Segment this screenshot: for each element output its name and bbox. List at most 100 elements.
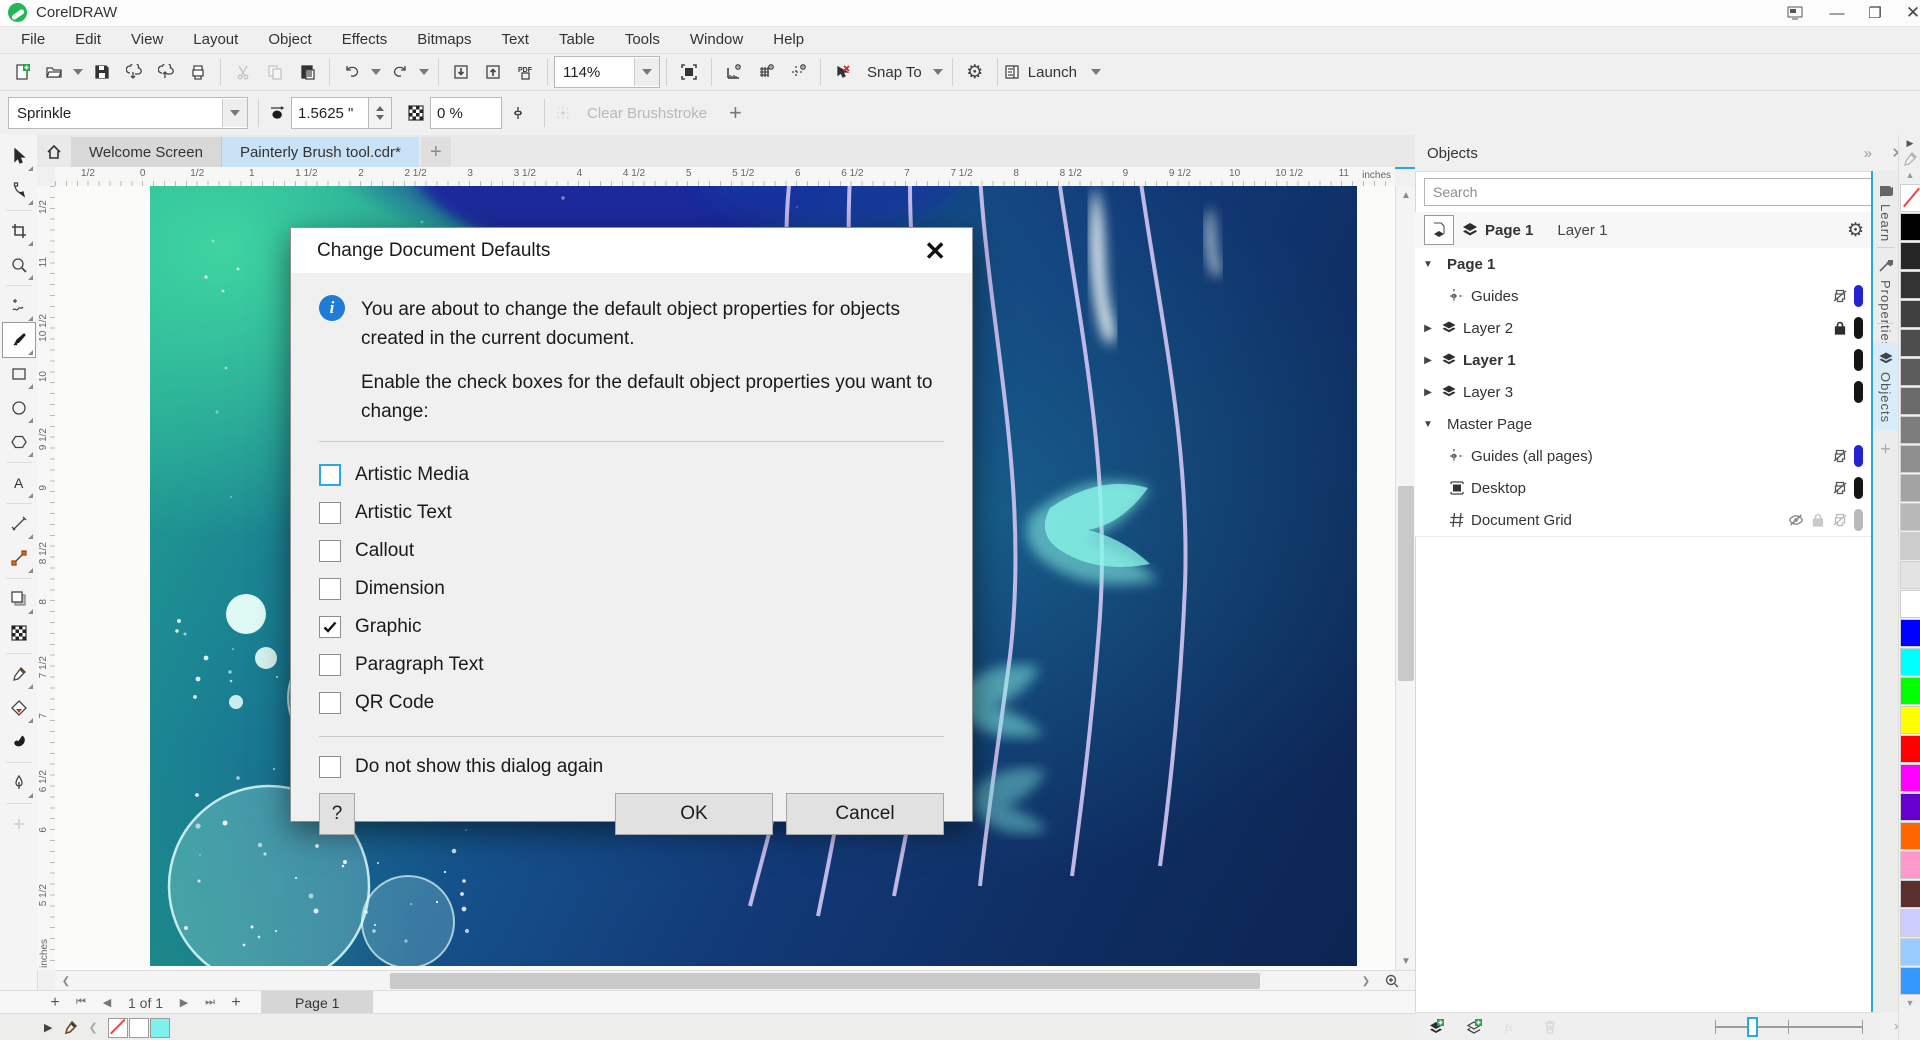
layer-color-pill[interactable] [1854, 285, 1863, 307]
flyout-corner-icon[interactable] [28, 609, 33, 614]
ok-button[interactable]: OK [615, 793, 773, 835]
fit-page-button[interactable] [673, 56, 705, 88]
menu-help[interactable]: Help [758, 27, 819, 53]
search-input[interactable]: Search [1424, 178, 1906, 206]
smear-tool-button[interactable] [3, 725, 35, 759]
dont-show-again-checkbox[interactable] [319, 756, 341, 778]
cloud-save-button[interactable] [150, 56, 182, 88]
delete-button[interactable] [1537, 1014, 1563, 1040]
freehand-tool-button[interactable] [3, 289, 35, 323]
flyout-arrow-icon[interactable]: ▶ [44, 1021, 52, 1034]
palette-eyedropper-icon[interactable] [1902, 151, 1918, 167]
checkbox-callout[interactable] [319, 540, 341, 562]
menu-tools[interactable]: Tools [610, 27, 675, 53]
palette-swatch-99ccff[interactable] [1900, 938, 1920, 966]
tab-welcome-screen[interactable]: Welcome Screen [71, 137, 222, 167]
flyout-corner-icon[interactable] [28, 793, 33, 798]
scroll-right-icon[interactable]: ❯ [1357, 972, 1375, 990]
undo-button[interactable] [336, 56, 368, 88]
launch-caret-icon[interactable] [1091, 69, 1101, 75]
menu-file[interactable]: File [6, 27, 60, 53]
docker-expand-icon[interactable]: » [1864, 145, 1872, 162]
palette-swatch-3399ff[interactable] [1900, 967, 1920, 995]
flyout-corner-icon[interactable] [28, 275, 33, 280]
layer-row-guides[interactable]: Guides [1415, 280, 1871, 313]
minimize-button[interactable]: — [1818, 0, 1856, 26]
palette-swatch-0000ff[interactable] [1900, 619, 1920, 647]
checkbox-artistic-media[interactable] [319, 464, 341, 486]
palette-swatch-none[interactable] [1900, 184, 1920, 212]
checkbox-row-artistic-text[interactable]: Artistic Text [319, 494, 944, 532]
menu-window[interactable]: Window [675, 27, 758, 53]
checkbox-row-callout[interactable]: Callout [319, 532, 944, 570]
layer-row-document-grid[interactable]: Document Grid [1415, 504, 1871, 537]
snap-to-dropdown[interactable]: Snap To [859, 64, 946, 81]
brush-preset-combo[interactable]: Sprinkle [8, 97, 248, 129]
copy-button[interactable] [259, 56, 291, 88]
flyout-corner-icon[interactable] [28, 418, 33, 423]
zoom-level-combo[interactable]: 114% [554, 56, 660, 88]
palette-swatch-e3e3e3[interactable] [1900, 561, 1920, 589]
transparency-input[interactable]: 0 % [430, 97, 502, 129]
expand-right-icon[interactable]: ▶ [1415, 355, 1441, 366]
print-off-icon[interactable] [1832, 288, 1848, 304]
docker-tab-objects[interactable]: Objects [1873, 343, 1898, 431]
text-tool-button[interactable]: A [3, 466, 35, 500]
home-tab-button[interactable] [37, 137, 71, 167]
layer-color-pill[interactable] [1854, 317, 1863, 339]
eyedropper-tool-button[interactable] [3, 657, 35, 691]
grid-toggle-button[interactable] [750, 56, 782, 88]
scroll-down-icon[interactable]: ▼ [1397, 952, 1415, 970]
lock-gray-icon[interactable] [1810, 512, 1826, 528]
zoom-tool-corner-icon[interactable] [1383, 972, 1401, 990]
expand-right-icon[interactable]: ▶ [1415, 323, 1441, 334]
zoom-combo-caret-icon[interactable] [634, 58, 659, 86]
cloud-open-button[interactable] [118, 56, 150, 88]
paste-button[interactable] [291, 56, 323, 88]
tab-document[interactable]: Painterly Brush tool.cdr* [222, 137, 419, 167]
vertical-scrollbar[interactable]: ▲ ▼ [1395, 186, 1416, 970]
menu-text[interactable]: Text [486, 27, 544, 53]
polygon-tool-button[interactable] [3, 425, 35, 459]
flyout-corner-icon[interactable] [28, 718, 33, 723]
palette-swatch-b8b8b8[interactable] [1900, 503, 1920, 531]
prev-page-icon[interactable]: ◀ [94, 992, 120, 1014]
preset-caret-icon[interactable] [222, 99, 247, 127]
new-tab-button[interactable]: + [421, 137, 451, 167]
zoom-tool-button[interactable] [3, 248, 35, 282]
docker-options-gear-icon[interactable]: ⚙ [1847, 221, 1864, 240]
add-page-button-2[interactable]: + [223, 992, 249, 1014]
shadow-tool-button[interactable] [3, 582, 35, 616]
nib-size-spinner[interactable] [369, 97, 392, 129]
layer-row-layer-2[interactable]: ▶Layer 2 [1415, 312, 1871, 345]
flyout-corner-icon[interactable] [28, 200, 33, 205]
new-document-button[interactable] [6, 56, 38, 88]
cut-button[interactable] [227, 56, 259, 88]
print-off-icon[interactable] [1832, 448, 1848, 464]
flyout-corner-icon[interactable] [28, 166, 33, 171]
palette-swatch-ff99cc[interactable] [1900, 851, 1920, 879]
snap-off-button[interactable] [827, 56, 859, 88]
palette-scroll-up-icon[interactable]: ▲ [1906, 167, 1915, 183]
palette-scroll-left-icon[interactable]: ❮ [88, 1021, 97, 1034]
checkbox-artistic-text[interactable] [319, 502, 341, 524]
options-gear-button[interactable]: ⚙ [959, 56, 991, 88]
doc-palette-swatch-none[interactable] [108, 1018, 128, 1038]
layer-color-pill[interactable] [1854, 477, 1863, 499]
flyout-corner-icon[interactable] [28, 568, 33, 573]
first-page-icon[interactable]: ⏮ [68, 992, 94, 1014]
print-button[interactable] [182, 56, 214, 88]
redo-button[interactable] [384, 56, 416, 88]
workspace-icon[interactable] [1776, 0, 1814, 26]
slider-handle[interactable] [1747, 1017, 1758, 1037]
print-off-icon[interactable] [1832, 480, 1848, 496]
launch-dropdown[interactable]: Launch [1004, 64, 1104, 81]
layer-row-master-page[interactable]: ▼Master Page [1415, 408, 1871, 441]
rectangle-tool-button[interactable] [3, 357, 35, 391]
checkbox-row-graphic[interactable]: Graphic [319, 608, 944, 646]
vertical-scroll-thumb[interactable] [1398, 486, 1414, 681]
dimension-tool-button[interactable] [3, 507, 35, 541]
palette-swatch-ffff00[interactable] [1900, 706, 1920, 734]
checkbox-dimension[interactable] [319, 578, 341, 600]
pick-tool-button[interactable] [3, 139, 35, 173]
